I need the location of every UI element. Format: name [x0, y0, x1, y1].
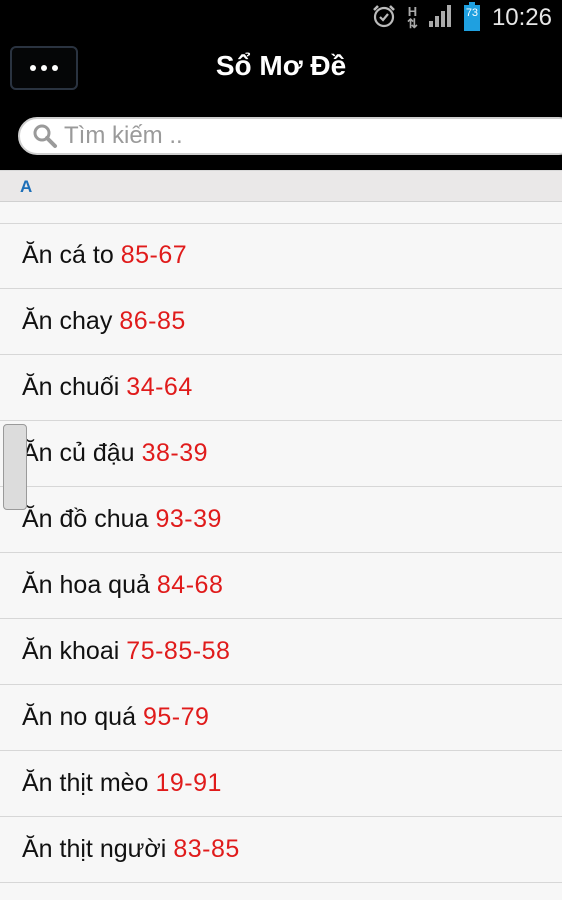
item-numbers: 38-39 — [141, 439, 209, 467]
status-bar: H ⇅ 73 10:26 — [0, 0, 562, 36]
item-numbers: 75-85-58 — [126, 637, 231, 665]
item-label: Ăn thịt người — [22, 835, 167, 863]
list-item[interactable]: Ăn củ đậu 38-39 — [0, 421, 562, 487]
battery-level: 73 — [465, 7, 479, 19]
list-item[interactable]: Ăn thịt người 83-85 — [0, 817, 562, 883]
list-item[interactable]: Ăn khoai 75-85-58 — [0, 619, 562, 685]
item-numbers: 85-67 — [120, 241, 188, 269]
data-arrows-icon: H ⇅ — [407, 4, 418, 31]
list-item[interactable]: Ăn chuối 34-64 — [0, 355, 562, 421]
item-numbers: 93-39 — [155, 505, 222, 533]
item-numbers: 19-91 — [155, 769, 222, 797]
item-label: Ăn chuối — [22, 373, 120, 401]
section-letter: A — [20, 177, 33, 196]
section-header: A — [0, 170, 562, 202]
item-label: Ăn cá to — [22, 241, 114, 269]
item-label: Ăn chay — [22, 307, 113, 335]
battery-icon: 73 — [463, 2, 480, 31]
item-label: Ăn củ đậu — [22, 439, 135, 467]
list-item[interactable]: Ăn no quá 95-79 — [0, 685, 562, 751]
item-numbers: 95-79 — [143, 703, 210, 731]
item-label: Ăn đồ chua — [22, 505, 149, 533]
item-numbers: 83-85 — [173, 835, 240, 863]
list-item[interactable]: Ăn hoa quả 84-68 — [0, 553, 562, 619]
dream-list: Ăn cá to 85-67 Ăn chay 86-85 Ăn chuối 34… — [0, 223, 562, 883]
search-icon — [28, 119, 62, 153]
signal-icon — [428, 4, 454, 33]
item-label: Ăn no quá — [22, 703, 136, 731]
alarm-clock-icon — [371, 3, 397, 34]
list-item[interactable]: Ăn chay 86-85 — [0, 289, 562, 355]
item-label: Ăn khoai — [22, 637, 120, 665]
page-title: Sổ Mơ Đề — [215, 50, 347, 81]
network-type: H — [407, 4, 418, 19]
item-label: Ăn hoa quả — [22, 571, 150, 599]
app-header: Sổ Mơ Đề — [0, 36, 562, 170]
item-numbers: 34-64 — [126, 373, 193, 401]
list-item[interactable]: Ăn cá to 85-67 — [0, 223, 562, 289]
status-icons: H ⇅ 73 10:26 — [371, 2, 552, 34]
search-input[interactable] — [62, 122, 544, 150]
item-label: Ăn thịt mèo — [22, 769, 149, 797]
list-spacer — [0, 202, 562, 224]
item-numbers: 86-85 — [119, 307, 186, 335]
list-item[interactable]: Ăn thịt mèo 19-91 — [0, 751, 562, 817]
fast-scroll-handle[interactable] — [3, 424, 27, 510]
list-item[interactable]: Ăn đồ chua 93-39 — [0, 487, 562, 553]
clock: 10:26 — [491, 4, 552, 31]
item-numbers: 84-68 — [156, 571, 224, 599]
search-bar[interactable] — [18, 117, 562, 155]
